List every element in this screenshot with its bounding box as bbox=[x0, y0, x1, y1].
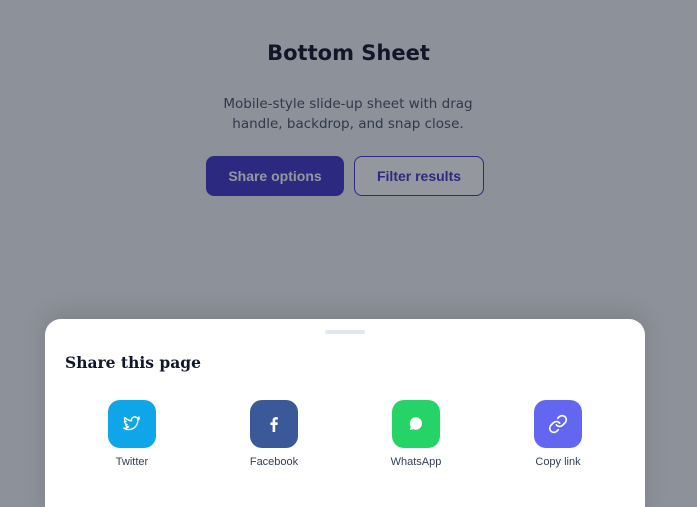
share-label-whatsapp: WhatsApp bbox=[390, 456, 442, 468]
share-label-facebook: Facebook bbox=[249, 456, 299, 468]
drag-handle[interactable] bbox=[325, 330, 365, 334]
share-label-copy-link: Copy link bbox=[535, 456, 581, 468]
facebook-icon bbox=[250, 400, 298, 448]
whatsapp-icon bbox=[392, 400, 440, 448]
share-whatsapp[interactable]: WhatsApp bbox=[371, 400, 461, 472]
bottom-sheet: Share this page Twitter Facebook WhatsAp… bbox=[45, 319, 645, 507]
share-copy-link[interactable]: Copy link bbox=[513, 400, 603, 472]
link-icon bbox=[534, 400, 582, 448]
share-twitter[interactable]: Twitter bbox=[87, 400, 177, 472]
twitter-icon bbox=[108, 400, 156, 448]
share-facebook[interactable]: Facebook bbox=[229, 400, 319, 472]
share-label-twitter: Twitter bbox=[115, 456, 149, 468]
sheet-title: Share this page bbox=[65, 353, 201, 372]
